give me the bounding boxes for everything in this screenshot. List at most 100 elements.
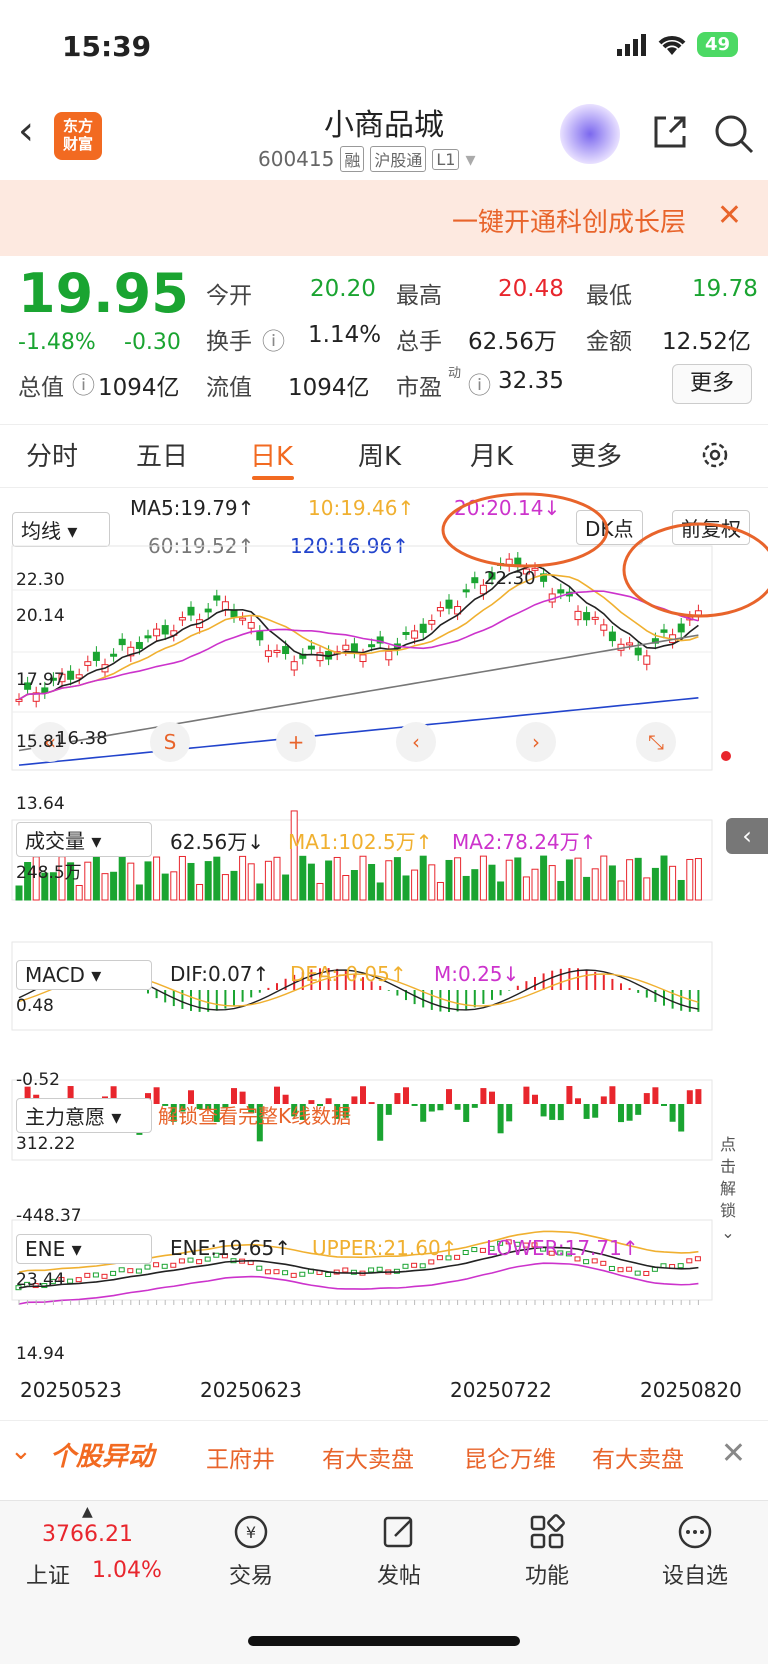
tab-more[interactable]: 更多 [570, 436, 622, 473]
volume-bar [583, 876, 591, 901]
main-force-selector[interactable]: 主力意愿 ▾ [16, 1098, 152, 1133]
tab-five-day[interactable]: 五日 [136, 436, 188, 473]
main-force-bar [506, 1104, 513, 1122]
info-icon[interactable]: ⓘ [262, 322, 285, 356]
ene-candle [608, 1265, 615, 1271]
chart-control-glyph: ‹ [412, 730, 420, 754]
macd-dea: DEA:-0.05↑ [290, 962, 407, 986]
kline-chart[interactable]: «S + ‹ › ⤡ [0, 490, 768, 1410]
index-percent[interactable]: 1.04% [92, 1558, 162, 1583]
macd-top: 0.48 [16, 996, 54, 1016]
low-label: 最低 [586, 283, 632, 309]
volume-bar [342, 875, 350, 901]
alert-item-4[interactable]: 有大卖盘 [592, 1440, 684, 1474]
volume-bar [617, 880, 625, 901]
ene-lower: LOWER:17.71↑ [486, 1236, 639, 1260]
candle-body [213, 595, 221, 601]
volume-selector[interactable]: 成交量 ▾ [16, 822, 152, 857]
settings-gear-icon[interactable] [698, 438, 732, 472]
alert-item-1[interactable]: 王府井 [206, 1440, 275, 1474]
index-value[interactable]: 3766.21 [42, 1522, 133, 1547]
tab-daily-k[interactable]: 日K [250, 436, 293, 473]
candle-body [239, 617, 247, 621]
main-force-bar [695, 1089, 702, 1104]
promo-text[interactable]: 一键开通科创成长层 [452, 202, 686, 239]
unlock-side-button[interactable]: 点击解锁 ⌄ [714, 1134, 742, 1244]
main-force-bar [549, 1104, 556, 1120]
main-force-bar [489, 1091, 495, 1104]
main-force-bar [394, 1093, 401, 1104]
nav-watchlist[interactable]: 设自选 [640, 1512, 750, 1590]
tag-connect: 沪股通 [370, 146, 427, 172]
ene-candle [282, 1270, 289, 1276]
macd-selector[interactable]: MACD ▾ [16, 960, 152, 990]
candle-body [626, 642, 634, 646]
volume-bar [161, 873, 169, 901]
main-force-bar [403, 1087, 409, 1104]
stock-alert-title[interactable]: 个股异动 [50, 1436, 154, 1473]
open-label: 今开 [206, 283, 252, 309]
open-value: 20.20 [310, 276, 376, 302]
volume-bar [282, 874, 290, 901]
volume-bar [471, 869, 479, 901]
tab-intraday[interactable]: 分时 [26, 436, 78, 473]
ene-candle [256, 1265, 263, 1271]
tab-monthly-k[interactable]: 月K [470, 436, 513, 473]
alert-item-2[interactable]: 有大卖盘 [322, 1440, 414, 1474]
candle-body [110, 653, 118, 657]
candle-body [273, 649, 281, 653]
volume-bar [643, 877, 651, 901]
index-name[interactable]: 上证 [26, 1558, 70, 1590]
candle-body [608, 631, 616, 642]
chevron-down-icon: ⌄ [721, 1223, 735, 1242]
ene-candle [617, 1267, 624, 1273]
assistant-avatar-icon[interactable] [560, 104, 620, 164]
volume-bar [522, 876, 530, 901]
unlock-link[interactable]: 解锁查看完整K线数据 [158, 1100, 351, 1129]
macd-bottom: -0.52 [16, 1070, 60, 1090]
search-icon[interactable] [712, 112, 756, 156]
share-icon[interactable] [650, 112, 690, 152]
main-force-bar [497, 1104, 504, 1134]
volume-bar [428, 864, 436, 901]
nav-post[interactable]: 发帖 [344, 1512, 454, 1590]
annotation-circle [622, 522, 768, 618]
collapse-panel-button[interactable]: ‹ [726, 818, 768, 854]
info-icon[interactable]: ⓘ [72, 366, 95, 400]
main-force-bar [583, 1104, 590, 1119]
grid-icon [530, 1514, 565, 1549]
nav-functions[interactable]: 功能 [492, 1512, 602, 1590]
main-force-bar [600, 1096, 607, 1104]
volume-bar [376, 882, 384, 901]
close-icon[interactable]: ✕ [721, 1436, 746, 1471]
candle-body [634, 647, 642, 656]
chevron-down-icon[interactable]: ⌄ [10, 1436, 32, 1466]
volume-bar [591, 868, 599, 901]
chevron-down-icon[interactable]: ▾ [465, 147, 475, 171]
ma5-line [18, 564, 699, 701]
pe-value: 32.35 [498, 368, 564, 394]
nav-trade[interactable]: ¥ 交易 [196, 1512, 306, 1590]
live-dot [721, 751, 731, 761]
mktcap-label: 总值 [18, 375, 64, 401]
info-icon[interactable]: ⓘ [468, 366, 491, 400]
volume-bar [402, 875, 410, 901]
annotation-circle [441, 492, 609, 568]
candle-body [591, 616, 599, 620]
tab-weekly-k[interactable]: 周K [358, 436, 401, 473]
candle-body [342, 644, 350, 651]
volume-bar [462, 875, 470, 901]
ene-selector[interactable]: ENE ▾ [16, 1234, 152, 1264]
candle-body [221, 601, 229, 611]
main-force-bar [566, 1086, 573, 1104]
candle-body [178, 617, 186, 621]
candle-body [557, 589, 565, 594]
close-icon[interactable]: ✕ [717, 198, 742, 233]
volume-ma1: MA1:102.5万↑ [288, 830, 433, 854]
home-indicator [248, 1636, 520, 1646]
more-button[interactable]: 更多 [672, 364, 752, 404]
volume-bar [273, 856, 281, 901]
volume-bar [247, 863, 255, 901]
volume-bar [239, 855, 247, 901]
alert-item-3[interactable]: 昆仑万维 [464, 1440, 556, 1474]
